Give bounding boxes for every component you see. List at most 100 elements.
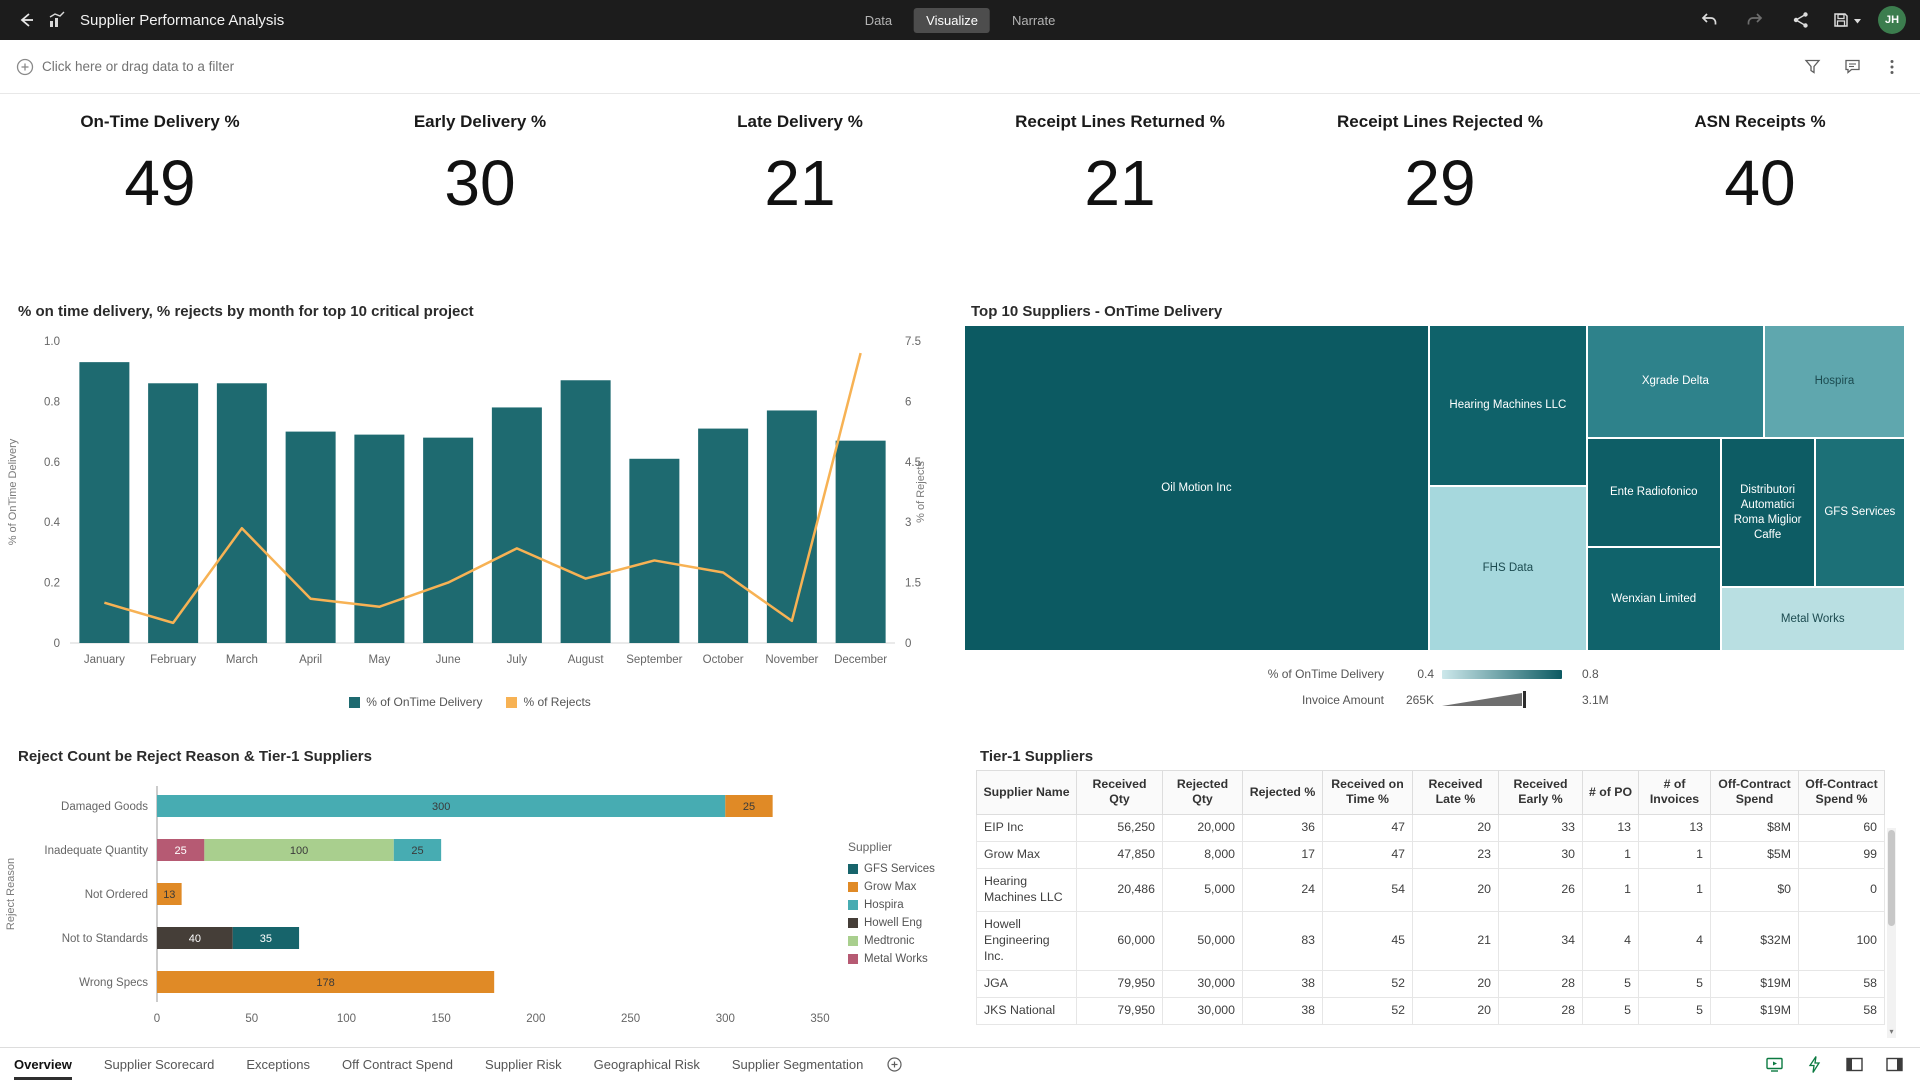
legend-item-gfs-services[interactable]: GFS Services bbox=[848, 860, 935, 878]
legend-item-grow-max[interactable]: Grow Max bbox=[848, 878, 935, 896]
column-header--of-invoices[interactable]: # of Invoices bbox=[1639, 771, 1711, 815]
legend-item-metal-works[interactable]: Metal Works bbox=[848, 950, 935, 968]
left-axis-tick: 0.8 bbox=[44, 396, 60, 408]
back-button[interactable] bbox=[12, 5, 42, 35]
cell-value: 58 bbox=[1799, 970, 1885, 997]
column-header-received-late-[interactable]: Received Late % bbox=[1413, 771, 1499, 815]
treemap-node-hospira[interactable]: Hospira bbox=[1764, 325, 1905, 438]
category-label: Damaged Goods bbox=[61, 801, 148, 813]
auto-insights-button[interactable] bbox=[1802, 1052, 1826, 1076]
column-header-off-contract-spend-[interactable]: Off-Contract Spend % bbox=[1799, 771, 1885, 815]
legend-item-hospira[interactable]: Hospira bbox=[848, 896, 935, 914]
canvas-tab-supplier-scorecard[interactable]: Supplier Scorecard bbox=[104, 1048, 215, 1080]
legend-swatch bbox=[506, 697, 517, 708]
column-header-received-qty[interactable]: Received Qty bbox=[1077, 771, 1163, 815]
month-label: July bbox=[507, 654, 528, 666]
column-header--of-po[interactable]: # of PO bbox=[1583, 771, 1639, 815]
table-row[interactable]: Hearing Machines LLC20,4865,000245420261… bbox=[977, 868, 1885, 911]
present-button[interactable] bbox=[1762, 1052, 1786, 1076]
bar-february[interactable] bbox=[148, 383, 198, 643]
canvas-tab-off-contract-spend[interactable]: Off Contract Spend bbox=[342, 1048, 453, 1080]
color-gradient-bar[interactable] bbox=[1442, 670, 1562, 679]
column-header-supplier-name[interactable]: Supplier Name bbox=[977, 771, 1077, 815]
filter-bar[interactable]: Click here or drag data to a filter bbox=[0, 40, 1920, 94]
bar-september[interactable] bbox=[629, 459, 679, 643]
bar-october[interactable] bbox=[698, 429, 748, 643]
bar-june[interactable] bbox=[423, 438, 473, 643]
redo-button[interactable] bbox=[1740, 5, 1770, 35]
month-label: December bbox=[834, 654, 887, 666]
column-header-rejected-qty[interactable]: Rejected Qty bbox=[1163, 771, 1243, 815]
scrollbar-thumb[interactable] bbox=[1888, 830, 1895, 926]
mode-tab-visualize[interactable]: Visualize bbox=[914, 8, 990, 33]
size-legend-wedge[interactable] bbox=[1442, 691, 1574, 708]
kpi-tile-on-time-delivery-[interactable]: On-Time Delivery %49 bbox=[0, 98, 320, 263]
kpi-tile-asn-receipts-[interactable]: ASN Receipts %40 bbox=[1600, 98, 1920, 263]
legend-label: Howell Eng bbox=[864, 917, 922, 929]
legend-item--of-rejects[interactable]: % of Rejects bbox=[506, 695, 590, 709]
bar-january[interactable] bbox=[79, 362, 129, 643]
comments-button[interactable] bbox=[1840, 55, 1864, 79]
legend-label: Metal Works bbox=[864, 953, 928, 965]
column-header-rejected-[interactable]: Rejected % bbox=[1243, 771, 1323, 815]
bar-march[interactable] bbox=[217, 383, 267, 643]
avatar[interactable]: JH bbox=[1878, 6, 1906, 34]
bar-may[interactable] bbox=[354, 435, 404, 643]
mode-tab-data[interactable]: Data bbox=[853, 8, 904, 33]
treemap-node-metal-works[interactable]: Metal Works bbox=[1721, 587, 1905, 651]
treemap-node-oil-motion-inc[interactable]: Oil Motion Inc bbox=[964, 325, 1429, 651]
bar-august[interactable] bbox=[561, 380, 611, 643]
legend-item-howell-eng[interactable]: Howell Eng bbox=[848, 914, 935, 932]
undo-button[interactable] bbox=[1694, 5, 1724, 35]
column-header-received-on-time-[interactable]: Received on Time % bbox=[1323, 771, 1413, 815]
canvas-tab-supplier-segmentation[interactable]: Supplier Segmentation bbox=[732, 1048, 864, 1080]
bar-april[interactable] bbox=[286, 432, 336, 643]
kpi-tile-receipt-lines-returned-[interactable]: Receipt Lines Returned %21 bbox=[960, 98, 1280, 263]
reject-count-card[interactable]: Reject Count be Reject Reason & Tier-1 S… bbox=[0, 740, 958, 1040]
more-menu-button[interactable] bbox=[1880, 55, 1904, 79]
column-header-off-contract-spend[interactable]: Off-Contract Spend bbox=[1711, 771, 1799, 815]
treemap-node-wenxian-limited[interactable]: Wenxian Limited bbox=[1587, 547, 1721, 651]
table-scrollbar[interactable]: ▾ bbox=[1887, 828, 1896, 1038]
size-slider-handle[interactable] bbox=[1523, 691, 1526, 708]
canvas-tab-supplier-risk[interactable]: Supplier Risk bbox=[485, 1048, 562, 1080]
cell-value: $8M bbox=[1711, 814, 1799, 841]
toggle-right-panel-button[interactable] bbox=[1882, 1052, 1906, 1076]
share-button[interactable] bbox=[1786, 5, 1816, 35]
table-row[interactable]: JKS National79,95030,0003852202855$19M58 bbox=[977, 997, 1885, 1024]
cell-value: 5 bbox=[1583, 970, 1639, 997]
canvas-tab-exceptions[interactable]: Exceptions bbox=[246, 1048, 310, 1080]
treemap-node-hearing-machines-llc[interactable]: Hearing Machines LLC bbox=[1429, 325, 1587, 486]
column-header-received-early-[interactable]: Received Early % bbox=[1499, 771, 1583, 815]
combo-chart-card[interactable]: % on time delivery, % rejects by month f… bbox=[0, 295, 940, 727]
treemap-node-distributori-automatici-roma-miglior-caffe[interactable]: Distributori Automatici Roma Miglior Caf… bbox=[1721, 438, 1815, 587]
treemap-node-ente-radiofonico[interactable]: Ente Radiofonico bbox=[1587, 438, 1721, 547]
canvas-tab-geographical-risk[interactable]: Geographical Risk bbox=[594, 1048, 700, 1080]
legend-item--of-ontime-delivery[interactable]: % of OnTime Delivery bbox=[349, 695, 482, 709]
mode-tab-narrate[interactable]: Narrate bbox=[1000, 8, 1067, 33]
legend-item-medtronic[interactable]: Medtronic bbox=[848, 932, 935, 950]
save-button[interactable] bbox=[1832, 5, 1862, 35]
kpi-tile-receipt-lines-rejected-[interactable]: Receipt Lines Rejected %29 bbox=[1280, 98, 1600, 263]
kpi-tile-late-delivery-[interactable]: Late Delivery %21 bbox=[640, 98, 960, 263]
treemap-node-xgrade-delta[interactable]: Xgrade Delta bbox=[1587, 325, 1764, 438]
kpi-tile-early-delivery-[interactable]: Early Delivery %30 bbox=[320, 98, 640, 263]
treemap-card[interactable]: Top 10 Suppliers - OnTime Delivery Oil M… bbox=[964, 295, 1914, 727]
segment-value-label: 178 bbox=[316, 977, 334, 989]
canvas-tab-overview[interactable]: Overview bbox=[14, 1048, 72, 1080]
treemap-node-fhs-data[interactable]: FHS Data bbox=[1429, 486, 1587, 651]
filter-controls-button[interactable] bbox=[1800, 55, 1824, 79]
table-row[interactable]: Grow Max47,8508,0001747233011$5M99 bbox=[977, 841, 1885, 868]
add-canvas-button[interactable] bbox=[887, 1048, 902, 1080]
bar-july[interactable] bbox=[492, 407, 542, 643]
legend-swatch bbox=[848, 900, 858, 910]
table-row[interactable]: Howell Engineering Inc.60,00050,00083452… bbox=[977, 911, 1885, 970]
tier1-table-card[interactable]: Tier-1 Suppliers Supplier NameReceived Q… bbox=[976, 740, 1896, 1038]
bar-december[interactable] bbox=[836, 441, 886, 643]
right-axis-tick: 6 bbox=[905, 396, 911, 408]
table-row[interactable]: JGA79,95030,0003852202855$19M58 bbox=[977, 970, 1885, 997]
table-row[interactable]: EIP Inc56,25020,000364720331313$8M60 bbox=[977, 814, 1885, 841]
scrollbar-down-arrow[interactable]: ▾ bbox=[1887, 1026, 1896, 1038]
treemap-node-gfs-services[interactable]: GFS Services bbox=[1815, 438, 1905, 587]
toggle-left-panel-button[interactable] bbox=[1842, 1052, 1866, 1076]
